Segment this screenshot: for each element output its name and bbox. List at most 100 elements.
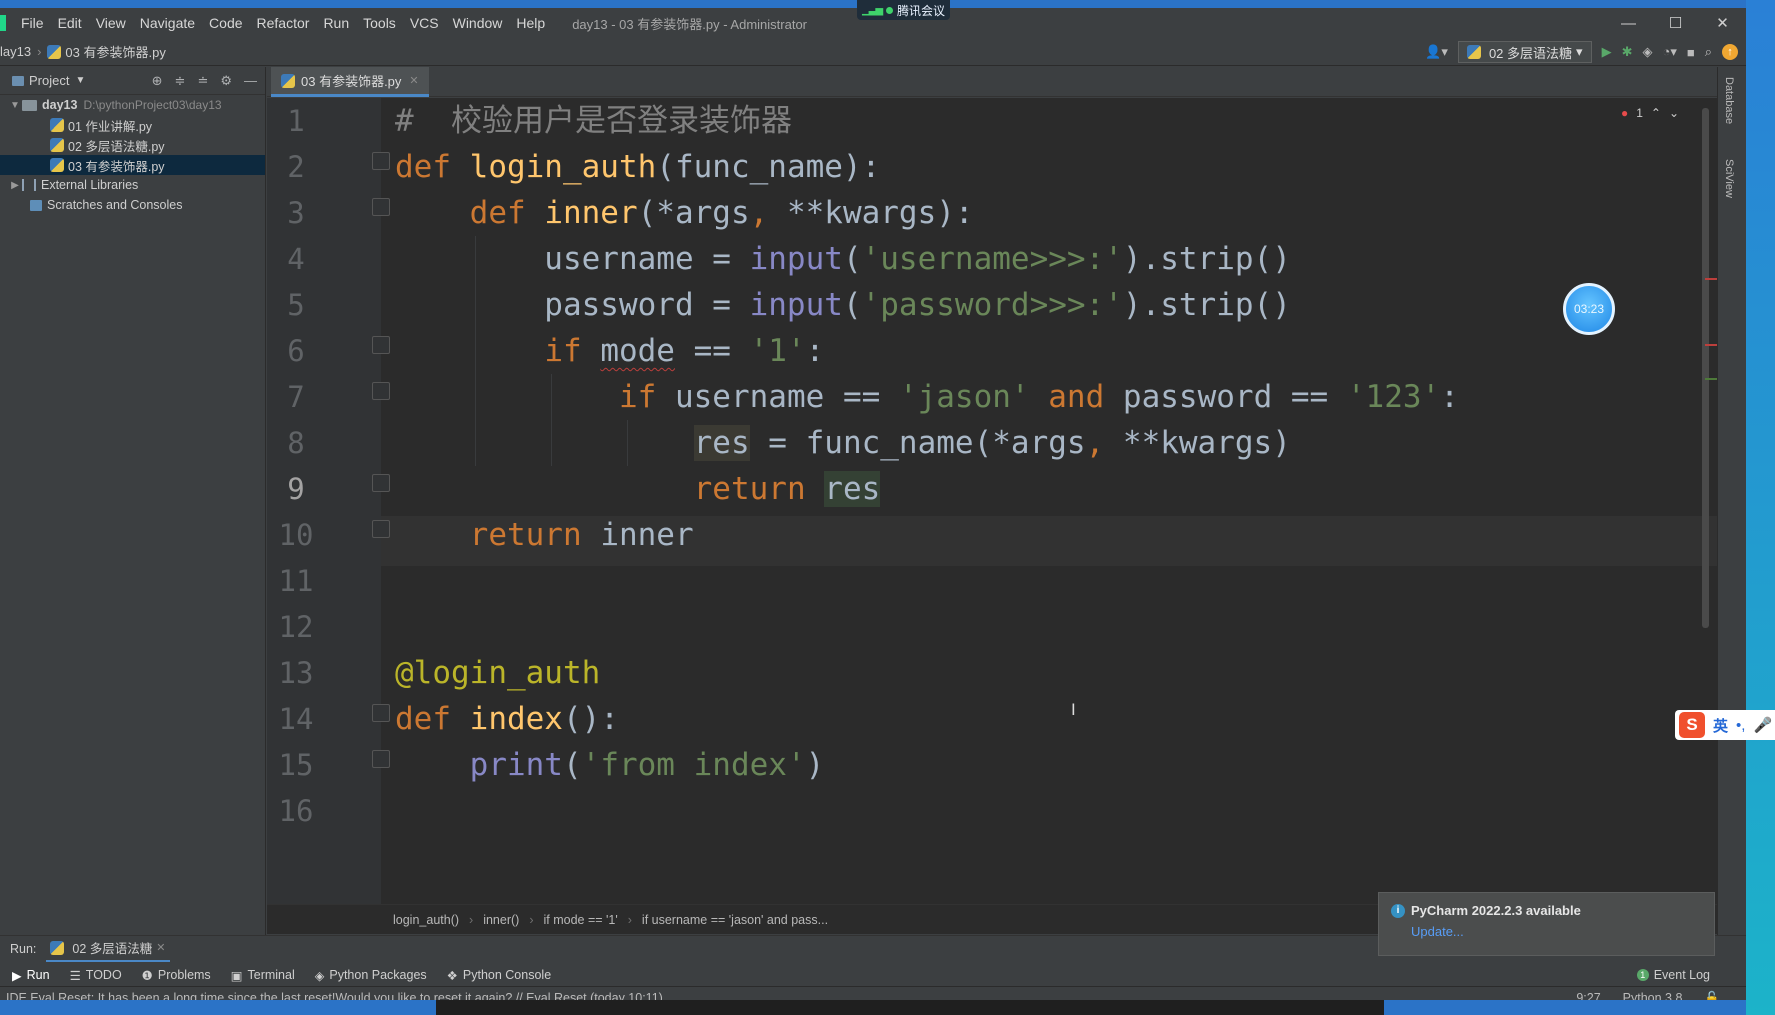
breadcrumb-item[interactable]: inner()	[483, 913, 519, 927]
lock-icon[interactable]: 🔓	[1704, 991, 1720, 1001]
chevron-down-icon[interactable]: ⌄	[1669, 106, 1679, 120]
code-line-5[interactable]: password = input('password>>>:').strip()	[395, 282, 1291, 328]
sciview-tool-button[interactable]: SciView	[1723, 159, 1735, 198]
code-editor[interactable]: 1 2 3 4 5 6 7 8 9 10 11 12 13 14 15 16 #…	[267, 98, 1717, 904]
error-stripe[interactable]	[1705, 344, 1717, 346]
menu-code[interactable]: Code	[202, 15, 249, 31]
fold-marker-icon[interactable]	[372, 198, 390, 216]
caret-position[interactable]: 9:27	[1576, 991, 1600, 1000]
fold-marker-icon[interactable]	[372, 704, 390, 722]
tree-item-file[interactable]: 01 作业讲解.py	[0, 115, 265, 135]
tree-item-file-selected[interactable]: 03 有参装饰器.py	[0, 155, 265, 175]
nav-crumb-file[interactable]: 03 有参装饰器.py	[65, 42, 165, 61]
maximize-button[interactable]: ☐	[1652, 8, 1699, 38]
fold-marker-icon[interactable]	[372, 474, 390, 492]
code-line-6[interactable]: if mode == '1':	[395, 328, 824, 374]
inspection-widget[interactable]: ● 1 ⌃ ⌄	[1621, 106, 1679, 120]
database-tool-button[interactable]: Database	[1723, 77, 1735, 124]
locate-icon[interactable]: ⊕	[152, 73, 163, 89]
code-line-3[interactable]: def inner(*args, **kwargs):	[395, 190, 974, 236]
tree-item-file[interactable]: 02 多层语法糖.py	[0, 135, 265, 155]
user-icon[interactable]: 👤▾	[1425, 44, 1448, 60]
menu-help[interactable]: Help	[509, 15, 552, 31]
menu-tools[interactable]: Tools	[356, 15, 403, 31]
tool-window-todo[interactable]: ☰ TODO	[70, 968, 122, 983]
code-line-2[interactable]: def login_auth(func_name):	[395, 144, 880, 190]
breadcrumb-item[interactable]: if mode == '1'	[543, 913, 617, 927]
fold-marker-icon[interactable]	[372, 336, 390, 354]
code-line-9[interactable]: return res	[395, 466, 881, 512]
tool-window-problems[interactable]: ❶ Problems	[142, 968, 211, 983]
chevron-down-icon[interactable]: ▼	[75, 75, 85, 86]
stop-icon[interactable]: ■	[1687, 45, 1695, 60]
project-view-selector[interactable]: Project	[29, 73, 69, 88]
tool-window-label: Python Console	[462, 968, 552, 982]
menu-navigate[interactable]: Navigate	[133, 15, 202, 31]
editor-scrollbar[interactable]	[1702, 108, 1709, 628]
chevron-up-icon[interactable]: ⌃	[1651, 106, 1661, 120]
update-icon[interactable]: ↑	[1722, 44, 1738, 60]
hide-icon[interactable]: —	[244, 73, 257, 89]
ime-toolbar[interactable]: S 英 •, 🎤	[1675, 710, 1775, 740]
code-line-15[interactable]: print('from index')	[395, 742, 825, 788]
error-stripe[interactable]	[1705, 278, 1717, 280]
update-link[interactable]: Update...	[1411, 924, 1702, 939]
meeting-indicator[interactable]: ▁▃▅ 腾讯会议	[857, 0, 950, 20]
tool-window-python-console[interactable]: ❖ Python Console	[447, 968, 551, 983]
menu-file[interactable]: File	[14, 15, 51, 31]
packages-icon: ◈	[314, 968, 325, 983]
menu-window[interactable]: Window	[446, 15, 510, 31]
menu-edit[interactable]: Edit	[51, 15, 89, 31]
run-tab[interactable]: 02 多层语法糖 ✕	[46, 936, 170, 962]
code-line-8[interactable]: res = func_name(*args, **kwargs)	[395, 420, 1291, 466]
code-line-4[interactable]: username = input('username>>>:').strip()	[395, 236, 1291, 282]
interpreter-selector[interactable]: Python 3.8	[1623, 991, 1683, 1000]
code-line-1[interactable]: # 校验用户是否登录装饰器	[395, 98, 792, 144]
tree-item-root[interactable]: ▼ day13 D:\pythonProject03\day13	[0, 95, 265, 115]
fold-marker-icon[interactable]	[372, 382, 390, 400]
search-icon[interactable]: ⌕	[1705, 44, 1712, 60]
menu-vcs[interactable]: VCS	[403, 15, 446, 31]
ime-language-toggle[interactable]: 英	[1713, 715, 1728, 736]
profile-icon[interactable]: ◔▾	[1662, 44, 1676, 60]
tree-item-external-libraries[interactable]: ▶ External Libraries	[0, 175, 265, 195]
recording-timer[interactable]: 03:23	[1563, 283, 1615, 335]
minimize-button[interactable]: —	[1605, 8, 1652, 38]
menu-run[interactable]: Run	[316, 15, 356, 31]
chevron-right-icon[interactable]: ▶	[8, 180, 22, 191]
menu-refactor[interactable]: Refactor	[250, 15, 317, 31]
fold-marker-icon[interactable]	[372, 520, 390, 538]
fold-marker-icon[interactable]	[372, 152, 390, 170]
coverage-icon[interactable]: ◈	[1642, 44, 1652, 60]
menu-view[interactable]: View	[89, 15, 133, 31]
nav-crumb-project[interactable]: lay13	[0, 44, 31, 59]
expand-all-icon[interactable]: ≑	[175, 73, 186, 89]
code-line-13[interactable]: @login_auth	[395, 650, 600, 696]
microphone-icon[interactable]: 🎤	[1753, 716, 1772, 734]
root-folder-name: day13	[42, 98, 78, 112]
tree-item-scratches[interactable]: Scratches and Consoles	[0, 195, 265, 215]
event-log-button[interactable]: 1 Event Log	[1636, 964, 1710, 986]
run-config-selector[interactable]: 02 多层语法糖 ▾	[1457, 41, 1592, 63]
breadcrumb-item[interactable]: if username == 'jason' and pass...	[642, 913, 828, 927]
code-line-10[interactable]: return inner	[395, 512, 694, 558]
collapse-all-icon[interactable]: ≐	[197, 73, 208, 89]
chevron-down-icon[interactable]: ▼	[8, 100, 22, 111]
tool-window-python-packages[interactable]: ◈ Python Packages	[315, 968, 427, 983]
fold-marker-icon[interactable]	[372, 750, 390, 768]
tool-window-terminal[interactable]: ▣ Terminal	[231, 968, 295, 983]
tool-window-run[interactable]: ▶ Run	[12, 968, 50, 983]
tab-current-file[interactable]: 03 有参装饰器.py ✕	[271, 67, 429, 97]
ime-punctuation-toggle[interactable]: •,	[1736, 717, 1745, 734]
debug-icon[interactable]: ✱	[1622, 44, 1633, 60]
close-tab-icon[interactable]: ✕	[156, 941, 165, 954]
close-tab-icon[interactable]: ✕	[409, 74, 418, 87]
close-button[interactable]: ✕	[1699, 8, 1746, 38]
update-notification[interactable]: i PyCharm 2022.2.3 available Update...	[1378, 892, 1715, 956]
breadcrumb-item[interactable]: login_auth()	[393, 913, 459, 927]
status-message[interactable]: IDE Eval Reset: It has been a long time …	[6, 991, 663, 1001]
code-line-14[interactable]: def index():	[395, 696, 619, 742]
run-icon[interactable]: ▶	[1602, 44, 1612, 60]
code-line-7[interactable]: if username == 'jason' and password == '…	[395, 374, 1459, 420]
gear-icon[interactable]: ⚙	[220, 73, 232, 89]
